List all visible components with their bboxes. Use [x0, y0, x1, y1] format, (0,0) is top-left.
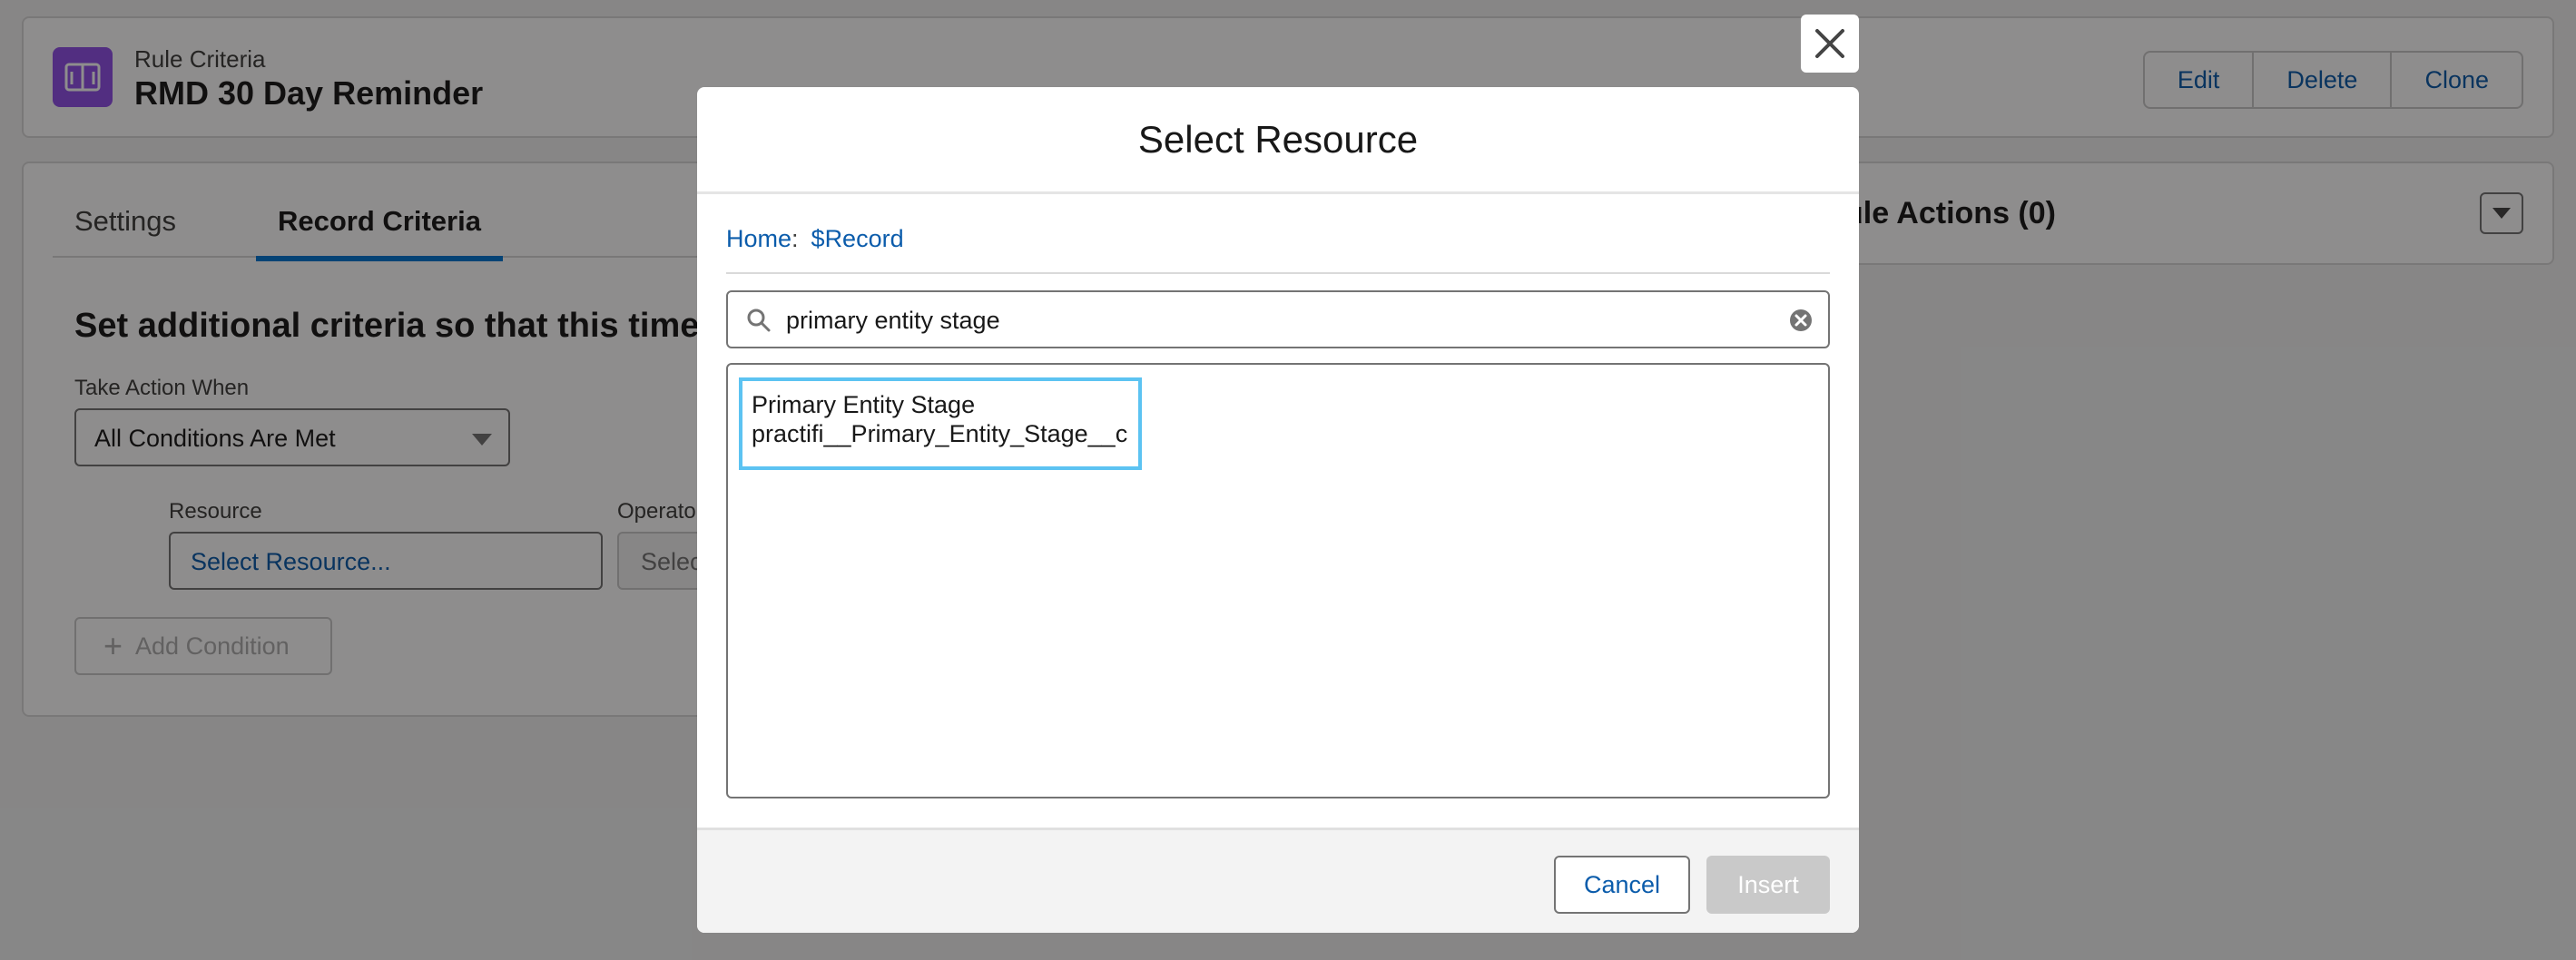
insert-button[interactable]: Insert — [1706, 856, 1830, 914]
cancel-button[interactable]: Cancel — [1554, 856, 1690, 914]
resource-search-input[interactable]: primary entity stage — [726, 290, 1830, 348]
breadcrumb-divider — [726, 272, 1830, 274]
search-value: primary entity stage — [786, 307, 1000, 334]
modal-title: Select Resource — [1137, 117, 1419, 161]
select-resource-modal: Select Resource Home: $Record primary ent… — [697, 87, 1859, 933]
breadcrumb-home[interactable]: Home — [726, 225, 791, 252]
breadcrumb-record[interactable]: $Record — [811, 225, 904, 252]
modal-footer: Cancel Insert — [697, 828, 1859, 933]
close-modal-button[interactable] — [1801, 15, 1859, 73]
clear-icon[interactable] — [1788, 308, 1814, 333]
breadcrumb-separator: : — [791, 225, 799, 252]
search-icon — [747, 309, 771, 332]
close-icon — [1815, 29, 1844, 58]
modal-header: Select Resource — [697, 87, 1859, 194]
list-item[interactable]: Primary Entity Stage practifi__Primary_E… — [739, 377, 1142, 470]
breadcrumb: Home: $Record — [726, 225, 904, 253]
resource-results-list: Primary Entity Stage practifi__Primary_E… — [726, 363, 1830, 798]
result-api-name: practifi__Primary_Entity_Stage__c — [752, 420, 1128, 447]
result-label: Primary Entity Stage — [752, 391, 976, 418]
